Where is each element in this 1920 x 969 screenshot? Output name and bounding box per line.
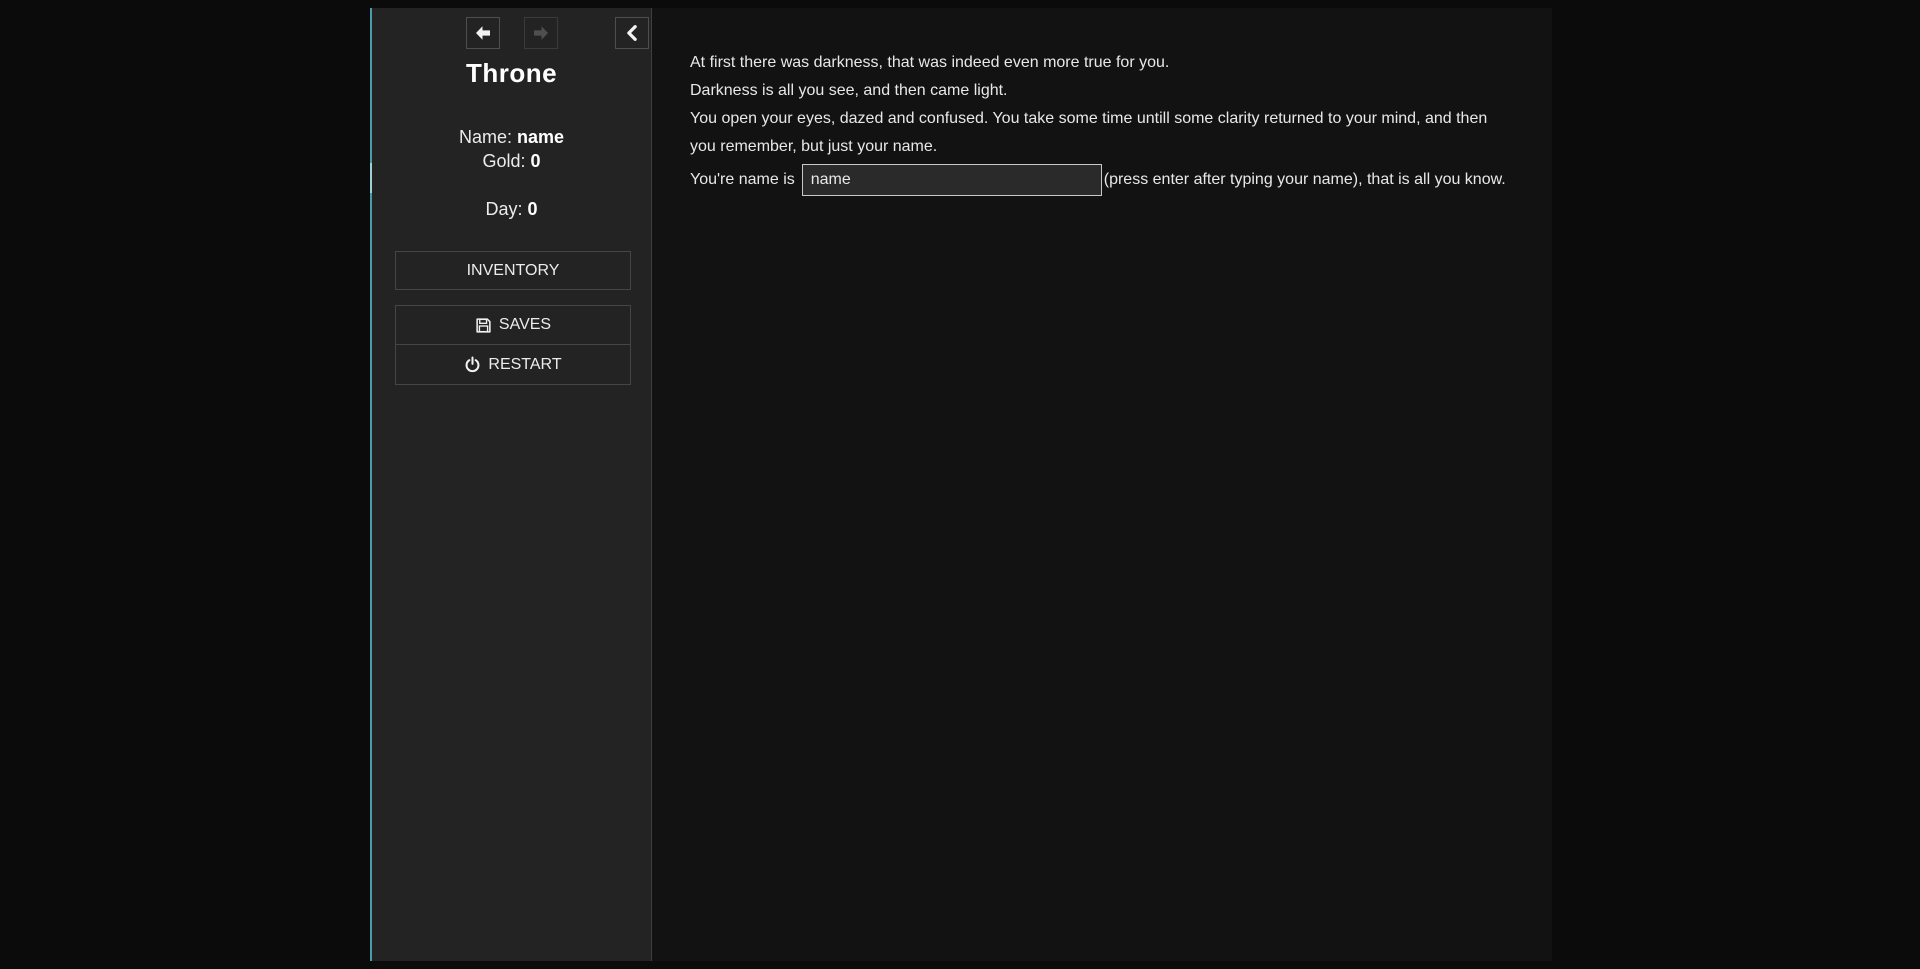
stat-gold: Gold: 0 [372,149,651,173]
arrow-right-icon [531,23,551,43]
inventory-button[interactable]: INVENTORY [395,251,631,290]
menu-group: SAVES RESTART [395,305,631,385]
stat-name-value: name [517,127,564,147]
floppy-disk-icon [475,317,492,334]
stat-name: Name: name [372,125,651,149]
back-button[interactable] [466,17,500,49]
stat-day-value: 0 [528,199,538,219]
stat-gold-value: 0 [531,151,541,171]
saves-button[interactable]: SAVES [395,305,631,345]
story-text: At first there was darkness, that was in… [690,49,1552,161]
chevron-left-icon [623,24,641,42]
stats-panel: Name: name Gold: 0 Day: 0 [372,125,651,221]
sidebar: Throne Name: name Gold: 0 Day: 0 INVENTO… [370,8,652,961]
name-prompt-row: You're name is (press enter after typing… [690,164,1552,196]
inventory-button-label: INVENTORY [467,262,560,280]
restart-button-label: RESTART [488,356,561,374]
story-line-1: At first there was darkness, that was in… [690,49,1502,77]
arrow-left-icon [473,23,493,43]
name-prompt-hint: (press enter after typing your name), th… [1104,171,1506,189]
saves-button-label: SAVES [499,316,551,334]
game-window: Throne Name: name Gold: 0 Day: 0 INVENTO… [370,8,1552,961]
story-line-3: You open your eyes, dazed and confused. … [690,105,1502,161]
forward-button[interactable] [524,17,558,49]
restart-button[interactable]: RESTART [395,345,631,385]
stat-day: Day: 0 [372,197,651,221]
stat-gold-label: Gold: [482,151,525,171]
stat-name-label: Name: [459,127,512,147]
name-input[interactable] [802,164,1102,196]
history-nav [372,17,651,49]
story-line-2: Darkness is all you see, and then came l… [690,77,1502,105]
stat-day-label: Day: [485,199,522,219]
collapse-sidebar-button[interactable] [615,17,649,49]
passage-area: At first there was darkness, that was in… [652,8,1552,961]
name-prompt-label: You're name is [690,171,795,189]
page-title: Throne [372,58,651,89]
power-icon [464,356,481,373]
